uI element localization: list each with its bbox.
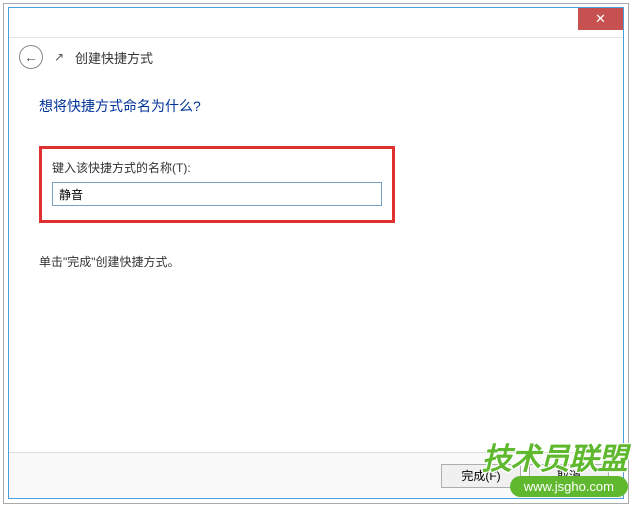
shortcut-name-label: 键入该快捷方式的名称(T): [52, 159, 382, 176]
wizard-content: 想将快捷方式命名为什么? 键入该快捷方式的名称(T): 单击"完成"创建快捷方式… [9, 76, 623, 290]
button-bar: 完成(F) 取消 [9, 452, 623, 498]
wizard-header: ← ↗ 创建快捷方式 [9, 38, 623, 76]
page-heading: 想将快捷方式命名为什么? [39, 96, 593, 116]
shortcut-icon: ↗ [51, 49, 67, 65]
instruction-text: 单击"完成"创建快捷方式。 [39, 253, 593, 270]
back-arrow-icon: ← [24, 49, 38, 65]
wizard-title: 创建快捷方式 [75, 48, 153, 67]
shortcut-name-input[interactable] [52, 182, 382, 206]
highlight-annotation: 键入该快捷方式的名称(T): [39, 146, 395, 223]
close-button[interactable]: ✕ [578, 8, 623, 30]
cancel-button[interactable]: 取消 [529, 464, 609, 488]
dialog-window: ✕ ← ↗ 创建快捷方式 想将快捷方式命名为什么? 键入该快捷方式的名称(T):… [8, 7, 624, 499]
titlebar: ✕ [9, 8, 623, 38]
close-icon: ✕ [595, 11, 606, 27]
back-button[interactable]: ← [19, 45, 43, 69]
finish-button[interactable]: 完成(F) [441, 464, 521, 488]
